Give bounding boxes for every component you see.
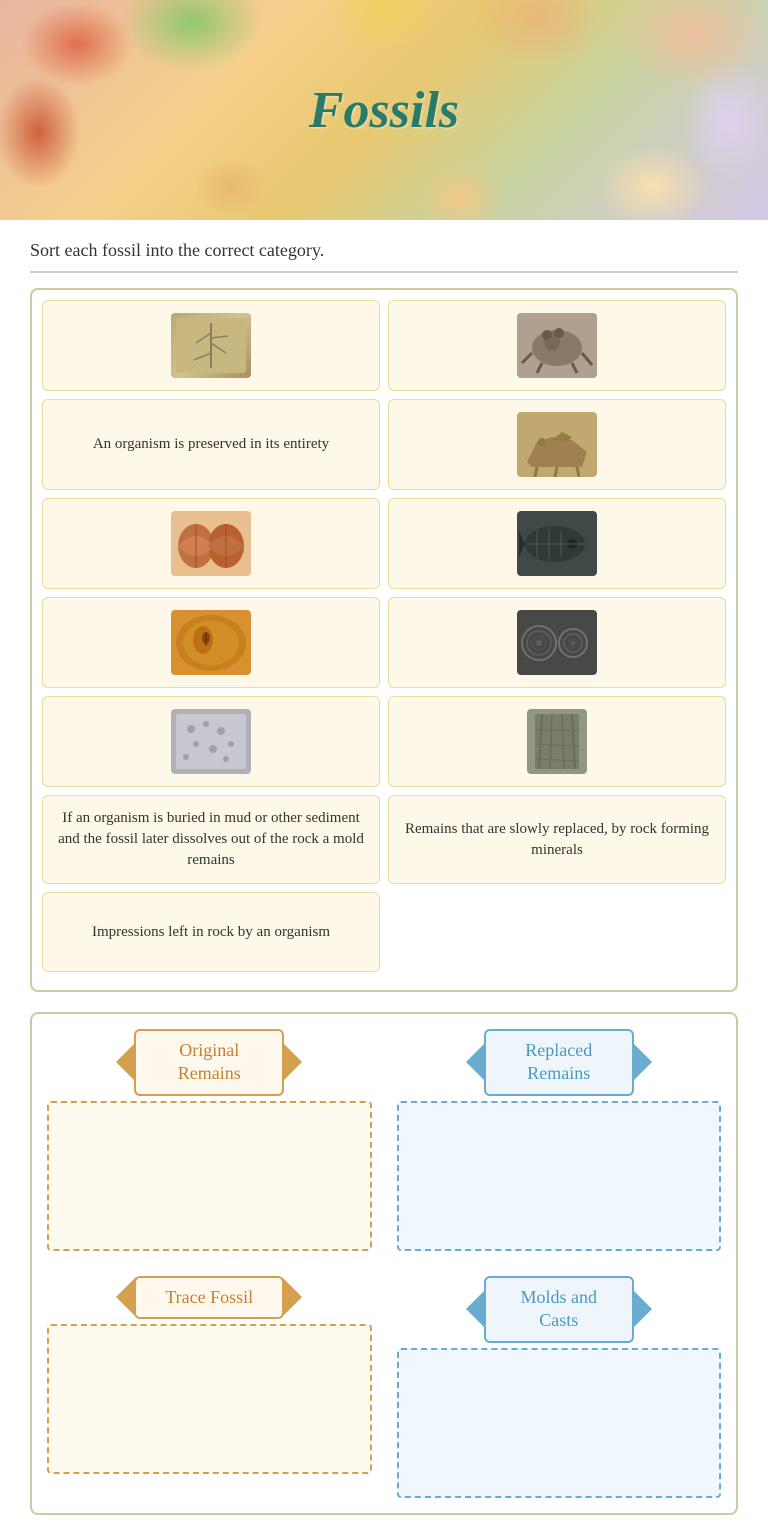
- fossil-bear-image: [517, 313, 597, 378]
- main-content: Sort each fossil into the correct catego…: [0, 220, 768, 1535]
- sort-row-3: [42, 498, 726, 589]
- banner-replaced-remains: Replaced Remains: [397, 1029, 722, 1096]
- text-mold: If an organism is buried in mud or other…: [55, 808, 367, 871]
- fossil-plant-image: [171, 313, 251, 378]
- instructions-text: Sort each fossil into the correct catego…: [30, 240, 738, 273]
- banner-arrow-right-blue-1: [632, 1042, 652, 1082]
- sort-cell-ammonite[interactable]: [388, 597, 726, 688]
- banner-arrow-left-blue-2: [466, 1289, 486, 1329]
- sort-cell-dino[interactable]: [388, 399, 726, 490]
- banner-arrow-right-orange: [282, 1042, 302, 1082]
- banner-original-remains: Original Remains: [47, 1029, 372, 1096]
- category-replaced-remains: Replaced Remains: [392, 1024, 727, 1256]
- category-label-molds-casts: Molds and Casts: [484, 1276, 634, 1343]
- sort-row-5: [42, 696, 726, 787]
- fossil-tree-bark-image: [527, 709, 587, 774]
- page-title: Fossils: [309, 81, 459, 140]
- fossil-ammonite-image: [517, 610, 597, 675]
- sort-cell-text-impressions[interactable]: Impressions left in rock by an organism: [42, 892, 380, 972]
- category-molds-casts: Molds and Casts: [392, 1271, 727, 1503]
- drop-zone-original-remains[interactable]: [47, 1101, 372, 1251]
- ammonite-svg: [517, 610, 597, 675]
- shells-svg: [171, 511, 251, 576]
- banner-molds-casts-inner: Molds and Casts: [484, 1276, 634, 1343]
- sort-row-7: Impressions left in rock by an organism: [42, 892, 726, 972]
- categories-section: Original Remains Replaced Remains: [30, 1012, 738, 1515]
- banner-trace-fossil-inner: Trace Fossil: [134, 1276, 284, 1319]
- sort-grid: An organism is preserved in its entirety: [30, 288, 738, 992]
- categories-grid: Original Remains Replaced Remains: [42, 1024, 726, 1503]
- banner-molds-casts: Molds and Casts: [397, 1276, 722, 1343]
- fish-svg: [517, 511, 597, 576]
- drop-zone-replaced-remains[interactable]: [397, 1101, 722, 1251]
- drop-zone-molds-casts[interactable]: [397, 1348, 722, 1498]
- tree-bark-svg: [527, 709, 587, 774]
- plant-fossil-svg: [176, 318, 246, 373]
- category-label-trace-fossil: Trace Fossil: [134, 1276, 284, 1319]
- fossil-shells-image: [171, 511, 251, 576]
- dino-svg: [517, 412, 597, 477]
- sort-row-4: [42, 597, 726, 688]
- sort-cell-tree-bark[interactable]: [388, 696, 726, 787]
- banner-replaced-remains-inner: Replaced Remains: [484, 1029, 634, 1096]
- fossil-fish-image: [517, 511, 597, 576]
- category-trace-fossil: Trace Fossil: [42, 1271, 377, 1503]
- banner-original-remains-inner: Original Remains: [134, 1029, 284, 1096]
- banner-trace-fossil: Trace Fossil: [47, 1276, 372, 1319]
- fossil-dino-image: [517, 412, 597, 477]
- sort-row-6: If an organism is buried in mud or other…: [42, 795, 726, 884]
- drop-zone-trace-fossil[interactable]: [47, 1324, 372, 1474]
- category-label-replaced-remains: Replaced Remains: [484, 1029, 634, 1096]
- banner-arrow-left-orange: [116, 1042, 136, 1082]
- sort-cell-rock-print[interactable]: [42, 696, 380, 787]
- text-organism-preserved: An organism is preserved in its entirety: [93, 434, 329, 455]
- text-impressions: Impressions left in rock by an organism: [92, 922, 330, 943]
- sort-cell-amber[interactable]: [42, 597, 380, 688]
- sort-cell-text-mold[interactable]: If an organism is buried in mud or other…: [42, 795, 380, 884]
- sort-row-1: [42, 300, 726, 391]
- amber-svg: [171, 610, 251, 675]
- rock-print-svg: [171, 709, 251, 774]
- fossil-amber-image: [171, 610, 251, 675]
- banner-arrow-left-blue-1: [466, 1042, 486, 1082]
- fossil-rock-print-image: [171, 709, 251, 774]
- banner-arrow-right-blue-2: [632, 1289, 652, 1329]
- category-original-remains: Original Remains: [42, 1024, 377, 1256]
- sort-cell-text-replaced[interactable]: Remains that are slowly replaced, by roc…: [388, 795, 726, 884]
- sort-cell-fish[interactable]: [388, 498, 726, 589]
- sort-cell-plant[interactable]: [42, 300, 380, 391]
- sort-row-2: An organism is preserved in its entirety: [42, 399, 726, 490]
- sort-cell-shells[interactable]: [42, 498, 380, 589]
- sort-cell-bear[interactable]: [388, 300, 726, 391]
- header: Fossils: [0, 0, 768, 220]
- banner-arrow-left-orange-2: [116, 1277, 136, 1317]
- text-replaced: Remains that are slowly replaced, by roc…: [401, 819, 713, 861]
- banner-arrow-right-orange-2: [282, 1277, 302, 1317]
- bear-fossil-svg: [517, 313, 597, 378]
- sort-cell-text-organism[interactable]: An organism is preserved in its entirety: [42, 399, 380, 490]
- category-label-original-remains: Original Remains: [134, 1029, 284, 1096]
